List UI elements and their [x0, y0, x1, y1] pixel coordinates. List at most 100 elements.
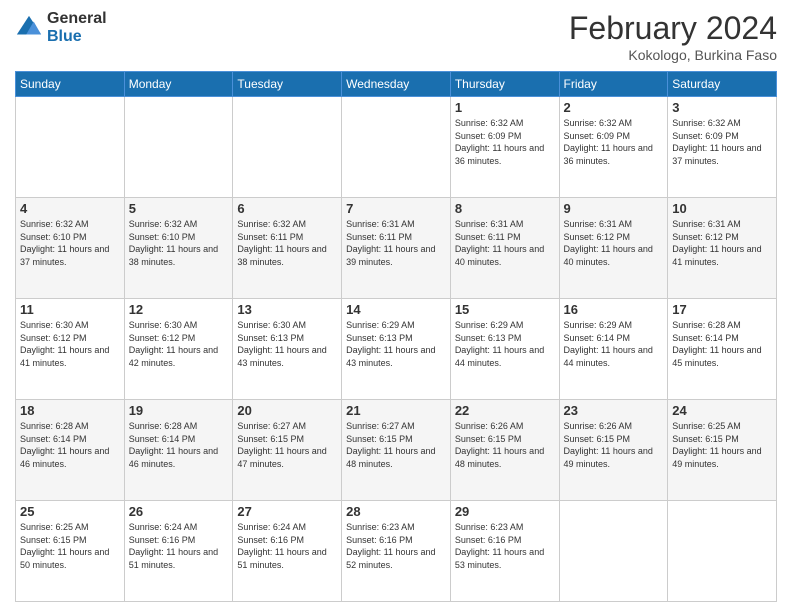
day-info: Sunrise: 6:32 AMSunset: 6:09 PMDaylight:…: [672, 117, 772, 167]
week-row-4: 18 Sunrise: 6:28 AMSunset: 6:14 PMDayligh…: [16, 400, 777, 501]
day-info: Sunrise: 6:23 AMSunset: 6:16 PMDaylight:…: [346, 521, 446, 571]
day-info: Sunrise: 6:25 AMSunset: 6:15 PMDaylight:…: [672, 420, 772, 470]
day-info: Sunrise: 6:31 AMSunset: 6:12 PMDaylight:…: [564, 218, 664, 268]
calendar-cell: 29 Sunrise: 6:23 AMSunset: 6:16 PMDayligh…: [450, 501, 559, 602]
calendar-cell: 6 Sunrise: 6:32 AMSunset: 6:11 PMDaylight…: [233, 198, 342, 299]
day-number: 5: [129, 201, 229, 216]
calendar-cell: [668, 501, 777, 602]
calendar-cell: 2 Sunrise: 6:32 AMSunset: 6:09 PMDaylight…: [559, 97, 668, 198]
calendar-cell: 18 Sunrise: 6:28 AMSunset: 6:14 PMDayligh…: [16, 400, 125, 501]
calendar-cell: 3 Sunrise: 6:32 AMSunset: 6:09 PMDaylight…: [668, 97, 777, 198]
calendar: SundayMondayTuesdayWednesdayThursdayFrid…: [15, 71, 777, 602]
calendar-cell: [124, 97, 233, 198]
day-info: Sunrise: 6:24 AMSunset: 6:16 PMDaylight:…: [129, 521, 229, 571]
calendar-cell: [559, 501, 668, 602]
day-info: Sunrise: 6:32 AMSunset: 6:11 PMDaylight:…: [237, 218, 337, 268]
weekday-header-saturday: Saturday: [668, 72, 777, 97]
calendar-cell: [233, 97, 342, 198]
calendar-cell: 8 Sunrise: 6:31 AMSunset: 6:11 PMDaylight…: [450, 198, 559, 299]
week-row-3: 11 Sunrise: 6:30 AMSunset: 6:12 PMDayligh…: [16, 299, 777, 400]
calendar-cell: 12 Sunrise: 6:30 AMSunset: 6:12 PMDayligh…: [124, 299, 233, 400]
day-number: 17: [672, 302, 772, 317]
day-number: 3: [672, 100, 772, 115]
calendar-cell: 15Sunrise: 6:29 AMSunset: 6:13 PMDayligh…: [450, 299, 559, 400]
day-number: 12: [129, 302, 229, 317]
day-number: 7: [346, 201, 446, 216]
weekday-header-thursday: Thursday: [450, 72, 559, 97]
day-number: 2: [564, 100, 664, 115]
day-number: 1: [455, 100, 555, 115]
day-info: Sunrise: 6:29 AMSunset: 6:14 PMDaylight:…: [564, 319, 664, 369]
day-info: Sunrise: 6:28 AMSunset: 6:14 PMDaylight:…: [672, 319, 772, 369]
weekday-header-wednesday: Wednesday: [342, 72, 451, 97]
day-number: 21: [346, 403, 446, 418]
logo: General Blue: [15, 10, 107, 45]
day-info: Sunrise: 6:28 AMSunset: 6:14 PMDaylight:…: [20, 420, 120, 470]
calendar-cell: 22 Sunrise: 6:26 AMSunset: 6:15 PMDayligh…: [450, 400, 559, 501]
calendar-cell: 20 Sunrise: 6:27 AMSunset: 6:15 PMDayligh…: [233, 400, 342, 501]
day-info: Sunrise: 6:30 AMSunset: 6:12 PMDaylight:…: [129, 319, 229, 369]
day-info: Sunrise: 6:30 AMSunset: 6:13 PMDaylight:…: [237, 319, 337, 369]
day-info: Sunrise: 6:28 AMSunset: 6:14 PMDaylight:…: [129, 420, 229, 470]
day-info: Sunrise: 6:31 AMSunset: 6:11 PMDaylight:…: [455, 218, 555, 268]
day-number: 26: [129, 504, 229, 519]
day-info: Sunrise: 6:32 AMSunset: 6:10 PMDaylight:…: [20, 218, 120, 268]
day-info: Sunrise: 6:26 AMSunset: 6:15 PMDaylight:…: [455, 420, 555, 470]
calendar-cell: 16 Sunrise: 6:29 AMSunset: 6:14 PMDayligh…: [559, 299, 668, 400]
calendar-cell: 27 Sunrise: 6:24 AMSunset: 6:16 PMDayligh…: [233, 501, 342, 602]
logo-icon: [15, 14, 43, 42]
day-number: 28: [346, 504, 446, 519]
calendar-cell: 28 Sunrise: 6:23 AMSunset: 6:16 PMDayligh…: [342, 501, 451, 602]
day-number: 27: [237, 504, 337, 519]
month-title: February 2024: [569, 10, 777, 47]
calendar-cell: 19 Sunrise: 6:28 AMSunset: 6:14 PMDayligh…: [124, 400, 233, 501]
day-number: 4: [20, 201, 120, 216]
day-info: Sunrise: 6:31 AMSunset: 6:12 PMDaylight:…: [672, 218, 772, 268]
day-info: Sunrise: 6:23 AMSunset: 6:16 PMDaylight:…: [455, 521, 555, 571]
calendar-cell: 14 Sunrise: 6:29 AMSunset: 6:13 PMDayligh…: [342, 299, 451, 400]
title-block: February 2024 Kokologo, Burkina Faso: [569, 10, 777, 63]
day-number: 8: [455, 201, 555, 216]
weekday-header-sunday: Sunday: [16, 72, 125, 97]
logo-blue: Blue: [47, 28, 82, 45]
calendar-cell: 24Sunrise: 6:25 AMSunset: 6:15 PMDayligh…: [668, 400, 777, 501]
calendar-cell: 26 Sunrise: 6:24 AMSunset: 6:16 PMDayligh…: [124, 501, 233, 602]
day-number: 11: [20, 302, 120, 317]
day-info: Sunrise: 6:32 AMSunset: 6:09 PMDaylight:…: [564, 117, 664, 167]
calendar-cell: 7 Sunrise: 6:31 AMSunset: 6:11 PMDaylight…: [342, 198, 451, 299]
week-row-1: 1 Sunrise: 6:32 AMSunset: 6:09 PMDaylight…: [16, 97, 777, 198]
day-info: Sunrise: 6:29 AMSunset: 6:13 PMDaylight:…: [455, 319, 555, 369]
day-info: Sunrise: 6:29 AMSunset: 6:13 PMDaylight:…: [346, 319, 446, 369]
week-row-5: 25Sunrise: 6:25 AMSunset: 6:15 PMDayligh…: [16, 501, 777, 602]
logo-general: General: [47, 10, 107, 27]
calendar-cell: 4 Sunrise: 6:32 AMSunset: 6:10 PMDaylight…: [16, 198, 125, 299]
logo-text: General Blue: [47, 10, 107, 45]
day-number: 18: [20, 403, 120, 418]
calendar-cell: 11 Sunrise: 6:30 AMSunset: 6:12 PMDayligh…: [16, 299, 125, 400]
day-number: 29: [455, 504, 555, 519]
calendar-cell: [342, 97, 451, 198]
header: General Blue February 2024 Kokologo, Bur…: [15, 10, 777, 63]
day-number: 20: [237, 403, 337, 418]
calendar-cell: 1Sunrise: 6:32 AMSunset: 6:09 PMDaylight…: [450, 97, 559, 198]
day-number: 16: [564, 302, 664, 317]
day-info: Sunrise: 6:24 AMSunset: 6:16 PMDaylight:…: [237, 521, 337, 571]
day-number: 14: [346, 302, 446, 317]
day-number: 25: [20, 504, 120, 519]
day-number: 13: [237, 302, 337, 317]
day-number: 9: [564, 201, 664, 216]
day-number: 6: [237, 201, 337, 216]
day-info: Sunrise: 6:30 AMSunset: 6:12 PMDaylight:…: [20, 319, 120, 369]
day-info: Sunrise: 6:27 AMSunset: 6:15 PMDaylight:…: [237, 420, 337, 470]
location: Kokologo, Burkina Faso: [569, 47, 777, 63]
calendar-cell: 17 Sunrise: 6:28 AMSunset: 6:14 PMDayligh…: [668, 299, 777, 400]
day-info: Sunrise: 6:32 AMSunset: 6:10 PMDaylight:…: [129, 218, 229, 268]
weekday-header-tuesday: Tuesday: [233, 72, 342, 97]
page: General Blue February 2024 Kokologo, Bur…: [0, 0, 792, 612]
day-number: 22: [455, 403, 555, 418]
day-info: Sunrise: 6:26 AMSunset: 6:15 PMDaylight:…: [564, 420, 664, 470]
weekday-header-friday: Friday: [559, 72, 668, 97]
day-number: 19: [129, 403, 229, 418]
day-info: Sunrise: 6:31 AMSunset: 6:11 PMDaylight:…: [346, 218, 446, 268]
calendar-cell: 13 Sunrise: 6:30 AMSunset: 6:13 PMDayligh…: [233, 299, 342, 400]
